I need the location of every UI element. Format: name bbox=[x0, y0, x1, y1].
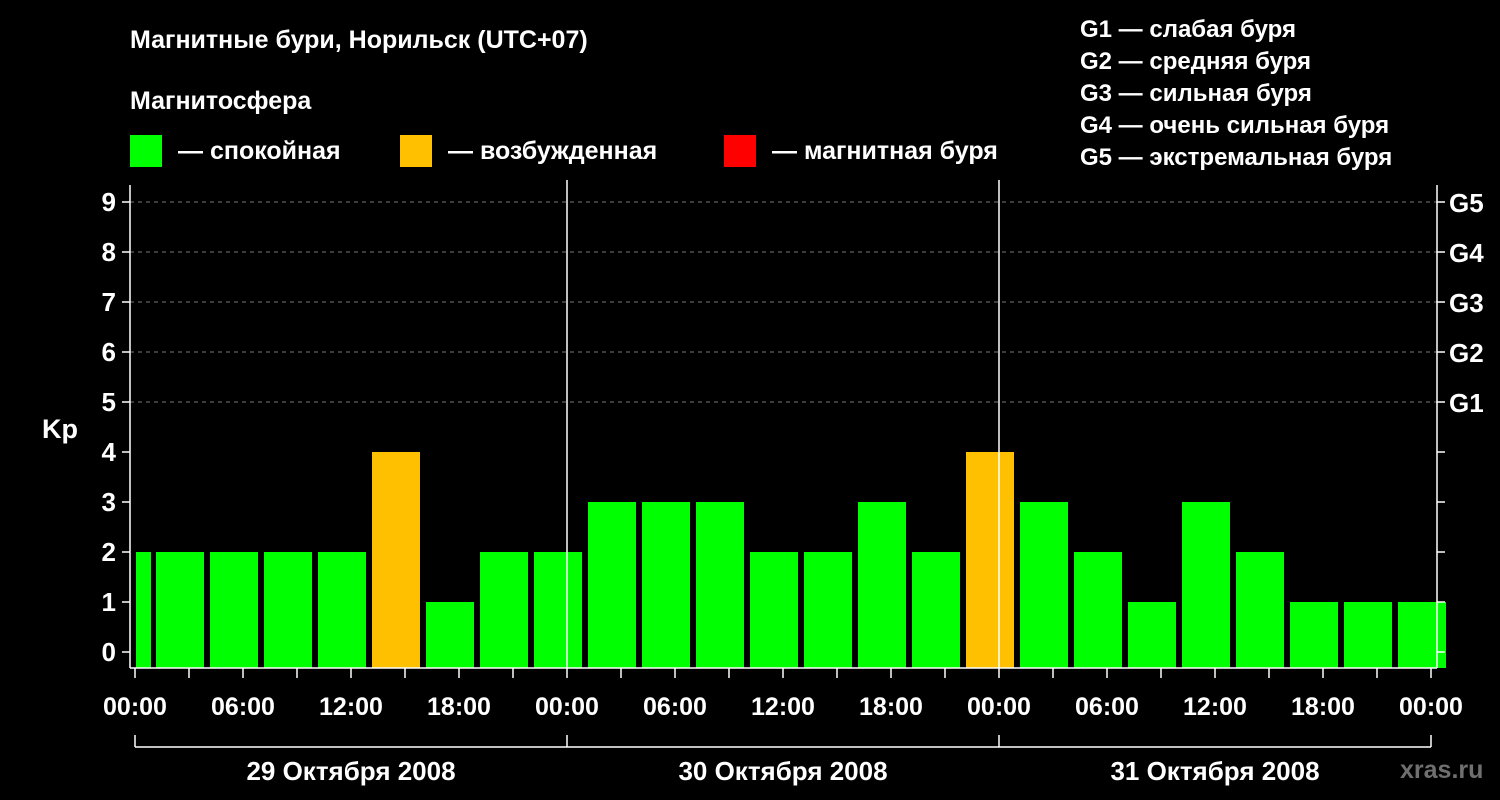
kp-bar bbox=[156, 552, 204, 668]
watermark: xras.ru bbox=[1400, 756, 1484, 784]
g-level-label: G3 bbox=[1449, 288, 1484, 318]
legend-label-quiet: — спокойная bbox=[178, 136, 341, 165]
kp-bar bbox=[1020, 502, 1068, 668]
y-tick-label: 8 bbox=[102, 237, 116, 267]
g-legend-item: G2 — средняя буря bbox=[1080, 48, 1311, 75]
y-tick-label: 7 bbox=[102, 287, 116, 317]
x-tick-label: 18:00 bbox=[1291, 693, 1355, 721]
g-level-label: G1 bbox=[1449, 388, 1484, 418]
y-tick-label: 9 bbox=[102, 187, 116, 217]
g-legend-item: G5 — экстремальная буря bbox=[1080, 144, 1393, 171]
legend-label-storm: — магнитная буря bbox=[772, 136, 998, 165]
kp-bar bbox=[264, 552, 312, 668]
y-tick-label: 6 bbox=[102, 337, 116, 367]
x-tick-label: 12:00 bbox=[1183, 693, 1247, 721]
kp-bar bbox=[318, 552, 366, 668]
x-tick-label: 06:00 bbox=[643, 693, 707, 721]
y-tick-label: 2 bbox=[102, 537, 116, 567]
kp-bar bbox=[588, 502, 636, 668]
legend-swatch-storm bbox=[724, 135, 756, 167]
legend-item-quiet: — спокойная bbox=[130, 135, 341, 167]
kp-bar bbox=[136, 552, 151, 668]
legend-item-active: — возбужденная bbox=[400, 135, 657, 167]
kp-bar bbox=[642, 502, 690, 668]
date-label: 29 Октября 2008 bbox=[246, 756, 455, 786]
y-tick-label: 4 bbox=[102, 437, 117, 467]
kp-bar bbox=[966, 452, 1014, 668]
x-tick-label: 06:00 bbox=[1075, 693, 1139, 721]
g-level-label: G5 bbox=[1449, 188, 1484, 218]
g-level-label: G2 bbox=[1449, 338, 1484, 368]
kp-bar bbox=[210, 552, 258, 668]
x-tick-label: 00:00 bbox=[967, 693, 1031, 721]
kp-bar bbox=[912, 552, 960, 668]
legend-swatch-quiet bbox=[130, 135, 162, 167]
kp-bar bbox=[534, 552, 582, 668]
x-tick-label: 00:00 bbox=[535, 693, 599, 721]
g-legend-item: G1 — слабая буря bbox=[1080, 16, 1297, 43]
g-legend-item: G3 — сильная буря bbox=[1080, 80, 1312, 107]
kp-bar bbox=[1290, 602, 1338, 668]
x-tick-label: 12:00 bbox=[751, 693, 815, 721]
x-tick-label: 18:00 bbox=[427, 693, 491, 721]
date-label: 30 Октября 2008 bbox=[678, 756, 887, 786]
kp-bar bbox=[480, 552, 528, 668]
chart-title: Магнитные бури, Норильск (UTC+07) bbox=[130, 26, 588, 54]
kp-bar bbox=[1128, 602, 1176, 668]
kp-bar bbox=[696, 502, 744, 668]
legend-swatch-active bbox=[400, 135, 432, 167]
y-tick-label: 3 bbox=[102, 487, 116, 517]
kp-bar bbox=[1182, 502, 1230, 668]
kp-bar bbox=[1344, 602, 1392, 668]
g-level-label: G4 bbox=[1449, 238, 1484, 268]
date-label: 31 Октября 2008 bbox=[1110, 756, 1319, 786]
g-legend-item: G4 — очень сильная буря bbox=[1080, 112, 1390, 139]
x-tick-label: 06:00 bbox=[211, 693, 275, 721]
x-tick-label: 00:00 bbox=[103, 693, 167, 721]
legend-item-storm: — магнитная буря bbox=[724, 135, 998, 167]
y-tick-label: 0 bbox=[102, 637, 116, 667]
chart-subtitle: Магнитосфера bbox=[130, 87, 312, 115]
y-tick-label: 5 bbox=[102, 387, 116, 417]
y-axis-label: Kp bbox=[42, 414, 78, 444]
x-tick-label: 18:00 bbox=[859, 693, 923, 721]
kp-bar bbox=[1074, 552, 1122, 668]
kp-bar bbox=[1236, 552, 1284, 668]
kp-bar bbox=[372, 452, 420, 668]
x-tick-label: 12:00 bbox=[319, 693, 383, 721]
kp-bar bbox=[426, 602, 474, 668]
y-tick-label: 1 bbox=[102, 587, 116, 617]
legend-label-active: — возбужденная bbox=[448, 136, 658, 165]
kp-bar bbox=[1398, 602, 1446, 668]
kp-bar bbox=[858, 502, 906, 668]
kp-bar bbox=[750, 552, 798, 668]
kp-bar bbox=[804, 552, 852, 668]
x-tick-label: 00:00 bbox=[1399, 693, 1463, 721]
g-scale-legend: G1 — слабая буря G2 — средняя буря G3 — … bbox=[1080, 14, 1392, 174]
